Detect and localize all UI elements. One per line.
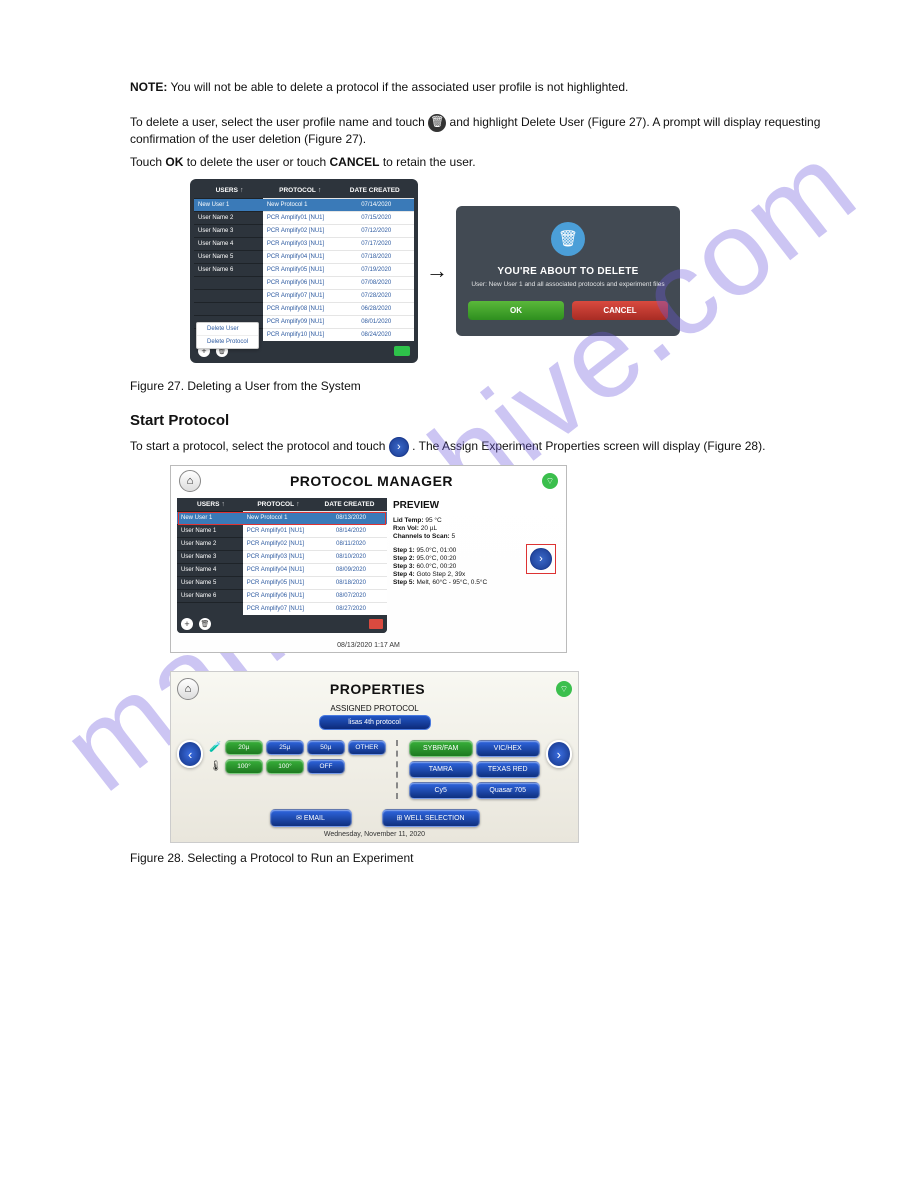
- next-button[interactable]: ›: [530, 548, 552, 570]
- table-row[interactable]: User Name 1PCR Amplify01 [NU1]08/14/2020: [177, 524, 387, 537]
- well-selection-button[interactable]: ⊞ WELL SELECTION: [382, 809, 480, 827]
- table-row[interactable]: User Name 6PCR Amplify06 [NU1]08/07/2020: [177, 589, 387, 602]
- table-row[interactable]: User Name 4PCR Amplify04 [NU1]08/09/2020: [177, 563, 387, 576]
- run-button[interactable]: [394, 346, 410, 356]
- dye-vic[interactable]: VIC/HEX: [476, 740, 540, 757]
- col-users[interactable]: USERS↑: [179, 501, 243, 508]
- dye-cy5[interactable]: Cy5: [409, 782, 473, 799]
- highlight-box: [178, 512, 386, 525]
- table-row[interactable]: New User 1New Protocol 107/14/2020: [194, 198, 414, 211]
- col-date[interactable]: DATE CREATED: [314, 501, 385, 508]
- confirm-dialog: 🗑 YOU'RE ABOUT TO DELETE User: New User …: [456, 206, 680, 336]
- protocol-table-panel: USERS↑ PROTOCOL↑ DATE CREATED New User 1…: [190, 179, 418, 363]
- table-row[interactable]: PCR Amplify08 [NU1]06/28/2020: [194, 302, 414, 315]
- temp-off[interactable]: OFF: [307, 759, 345, 774]
- dialog-title: YOU'RE ABOUT TO DELETE: [468, 266, 668, 277]
- table-row[interactable]: PCR Amplify07 [NU1]07/28/2020: [194, 289, 414, 302]
- figure28-caption: Figure 28. Selecting a Protocol to Run a…: [130, 851, 828, 867]
- table-row[interactable]: User Name 4PCR Amplify03 [NU1]07/17/2020: [194, 237, 414, 250]
- col-users[interactable]: USERS↑: [196, 187, 263, 194]
- pm-timestamp: 08/13/2020 1:17 AM: [171, 639, 566, 652]
- email-button[interactable]: ✉ EMAIL: [270, 809, 352, 827]
- properties-title: PROPERTIES: [199, 681, 556, 697]
- temp-100a[interactable]: 100°: [225, 759, 263, 774]
- dye-sybr[interactable]: SYBR/FAM: [409, 740, 473, 757]
- properties-screen: ⌂ PROPERTIES ⌔ ASSIGNED PROTOCOL lisas 4…: [170, 671, 579, 843]
- table-row[interactable]: User Name 3PCR Amplify03 [NU1]08/10/2020: [177, 550, 387, 563]
- assigned-label: ASSIGNED PROTOCOL: [177, 704, 572, 713]
- wifi-icon: ⌔: [556, 681, 572, 697]
- dialog-subtitle: User: New User 1 and all associated prot…: [468, 281, 668, 289]
- home-button[interactable]: ⌂: [179, 470, 201, 492]
- next-button-highlight: ›: [526, 544, 556, 574]
- home-button[interactable]: ⌂: [177, 678, 199, 700]
- next-button[interactable]: ›: [546, 740, 572, 768]
- pm-title: PROTOCOL MANAGER: [201, 473, 542, 489]
- dye-quasar[interactable]: Quasar 705: [476, 782, 540, 799]
- table-row[interactable]: User Name 5PCR Amplify04 [NU1]07/18/2020: [194, 250, 414, 263]
- start-protocol-heading: Start Protocol: [130, 412, 828, 429]
- delete-user-p1: To delete a user, select the user profil…: [130, 114, 828, 148]
- add-button[interactable]: +: [181, 618, 193, 630]
- delete-user-p2: Touch OK to delete the user or touch CAN…: [130, 155, 828, 171]
- divider: [396, 740, 399, 799]
- arrow-icon: →: [426, 258, 448, 284]
- col-protocol[interactable]: PROTOCOL↑: [263, 187, 337, 194]
- trash-button[interactable]: 🗑: [199, 618, 211, 630]
- vol-50[interactable]: 50µ: [307, 740, 345, 755]
- table-row[interactable]: User Name 2PCR Amplify01 [NU1]07/15/2020: [194, 211, 414, 224]
- start-protocol-text: To start a protocol, select the protocol…: [130, 437, 828, 457]
- figure27-caption: Figure 27. Deleting a User from the Syst…: [130, 379, 828, 395]
- trash-icon: 🗑: [428, 114, 446, 132]
- table-row[interactable]: User Name 3PCR Amplify02 [NU1]07/12/2020: [194, 224, 414, 237]
- pm-table: USERS↑ PROTOCOL↑ DATE CREATED New User 1…: [177, 498, 387, 633]
- table-row[interactable]: PCR Amplify07 [NU1]08/27/2020: [177, 602, 387, 615]
- dye-tamra[interactable]: TAMRA: [409, 761, 473, 778]
- preview-step: Step 5: Melt, 60°C - 95°C, 0.5°C: [393, 579, 560, 586]
- chevron-right-icon: ›: [389, 437, 409, 457]
- note-text: NOTE: You will not be able to delete a p…: [130, 80, 828, 96]
- menu-delete-protocol[interactable]: Delete Protocol: [197, 336, 258, 348]
- cancel-button[interactable]: CANCEL: [572, 301, 668, 320]
- trash-icon: 🗑: [551, 222, 585, 256]
- delete-menu: Delete User Delete Protocol: [196, 322, 259, 349]
- prev-button[interactable]: ‹: [177, 740, 203, 768]
- table-row[interactable]: User Name 5PCR Amplify05 [NU1]08/18/2020: [177, 576, 387, 589]
- volume-icon: 🧪: [209, 742, 221, 753]
- col-date[interactable]: DATE CREATED: [338, 187, 412, 194]
- sort-icon: ↑: [240, 187, 244, 194]
- table-row[interactable]: User Name 2PCR Amplify02 [NU1]08/11/2020: [177, 537, 387, 550]
- sort-icon: ↑: [318, 187, 322, 194]
- properties-timestamp: Wednesday, November 11, 2020: [177, 831, 572, 838]
- wifi-icon: ⌔: [542, 473, 558, 489]
- temp-icon: 🌡: [209, 761, 222, 772]
- export-button[interactable]: [369, 619, 383, 629]
- col-protocol[interactable]: PROTOCOL↑: [243, 501, 314, 508]
- vol-20[interactable]: 20µ: [225, 740, 263, 755]
- table-row[interactable]: User Name 6PCR Amplify05 [NU1]07/19/2020: [194, 263, 414, 276]
- temp-100b[interactable]: 100°: [266, 759, 304, 774]
- vol-other[interactable]: OTHER: [348, 740, 386, 755]
- vol-25[interactable]: 25µ: [266, 740, 304, 755]
- ok-button[interactable]: OK: [468, 301, 564, 320]
- preview-title: PREVIEW: [393, 500, 560, 511]
- table-row[interactable]: PCR Amplify06 [NU1]07/08/2020: [194, 276, 414, 289]
- protocol-manager-screen: ⌂ PROTOCOL MANAGER ⌔ USERS↑ PROTOCOL↑ DA…: [170, 465, 567, 653]
- menu-delete-user[interactable]: Delete User: [197, 323, 258, 336]
- assigned-protocol[interactable]: lisas 4th protocol: [319, 715, 431, 730]
- dye-texasred[interactable]: TEXAS RED: [476, 761, 540, 778]
